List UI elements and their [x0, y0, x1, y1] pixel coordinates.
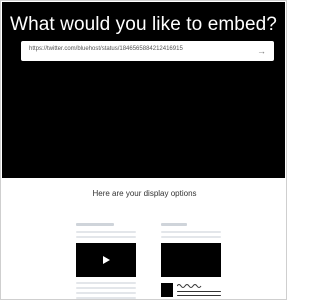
card-avatar	[161, 283, 173, 297]
placeholder-line	[161, 223, 187, 226]
placeholder-line	[76, 287, 136, 289]
hero-section: What would you like to embed? https://tw…	[2, 2, 285, 178]
video-embed-preview[interactable]	[74, 221, 138, 299]
placeholder-line	[76, 282, 136, 284]
placeholder-line	[76, 297, 136, 299]
arrow-right-icon[interactable]: →	[257, 45, 266, 57]
display-options-heading: Here are your display options	[92, 189, 197, 198]
placeholder-line	[177, 295, 221, 296]
placeholder-line	[161, 236, 221, 238]
play-icon	[103, 256, 110, 264]
placeholder-line	[76, 236, 136, 238]
page-title: What would you like to embed?	[10, 14, 277, 35]
card-embed-preview[interactable]	[159, 221, 223, 299]
placeholder-line	[177, 291, 221, 292]
embed-page: What would you like to embed? https://tw…	[0, 0, 287, 300]
card-image	[161, 243, 221, 277]
video-thumbnail	[76, 243, 136, 277]
placeholder-line	[76, 292, 136, 294]
url-input[interactable]: https://twitter.com/bluehost/status/1846…	[21, 41, 274, 61]
placeholder-line	[161, 231, 221, 233]
placeholder-line	[76, 231, 136, 233]
wave-icon	[177, 284, 202, 288]
placeholder-line	[76, 223, 114, 226]
url-input-value[interactable]: https://twitter.com/bluehost/status/1846…	[29, 46, 183, 52]
